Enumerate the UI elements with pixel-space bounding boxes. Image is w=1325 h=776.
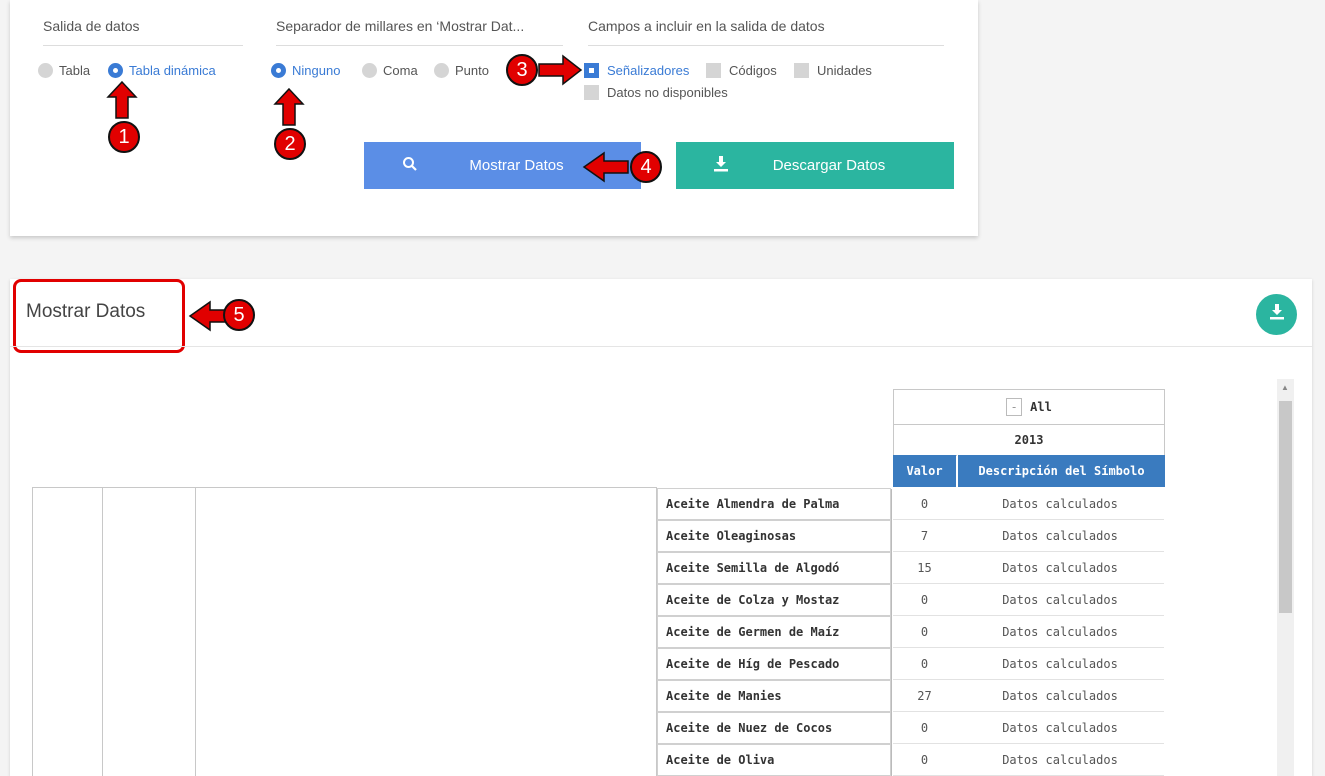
table-cell-valor: 0 xyxy=(893,712,956,744)
annotation-arrow-left-4 xyxy=(582,151,629,183)
table-cell-descripcion: Datos calculados xyxy=(956,744,1164,776)
table-cell-valor: 15 xyxy=(893,552,956,584)
checkbox-datos-no-disponibles[interactable]: Datos no disponibles xyxy=(584,85,728,100)
checkbox-unchecked xyxy=(584,85,599,100)
table-cell-descripcion: Datos calculados xyxy=(956,488,1164,520)
annotation-badge-4: 4 xyxy=(630,151,662,183)
radio-circle-selected xyxy=(108,63,123,78)
table-cell-descripcion: Datos calculados xyxy=(956,584,1164,616)
pivot-collapse-toggle[interactable]: - xyxy=(1006,398,1023,416)
results-divider xyxy=(10,346,1312,347)
fields-group-title: Campos a incluir en la salida de datos xyxy=(588,18,825,34)
table-cell-descripcion: Datos calculados xyxy=(956,648,1164,680)
pivot-divider xyxy=(195,488,196,776)
scrollbar-thumb[interactable] xyxy=(1279,401,1292,613)
table-cell-valor: 0 xyxy=(893,488,956,520)
checkbox-datos-no-disponibles-label: Datos no disponibles xyxy=(607,85,728,100)
pivot-filter-header: - All xyxy=(893,389,1165,425)
table-row-label: Aceite de Manies xyxy=(657,680,891,712)
checkbox-codigos-label: Códigos xyxy=(729,63,777,78)
table-row-label: Aceite de Germen de Maíz xyxy=(657,616,891,648)
radio-circle xyxy=(434,63,449,78)
download-data-label: Descargar Datos xyxy=(772,157,886,174)
table-cell-descripcion: Datos calculados xyxy=(956,616,1164,648)
pivot-year-header: 2013 xyxy=(893,424,1165,456)
radio-circle xyxy=(362,63,377,78)
annotation-arrow-right-3 xyxy=(538,54,583,86)
table-cell-descripcion: Datos calculados xyxy=(956,712,1164,744)
table-row-label: Aceite Almendra de Palma xyxy=(657,488,891,520)
checkbox-unchecked xyxy=(794,63,809,78)
checkbox-unchecked xyxy=(706,63,721,78)
output-group-divider xyxy=(43,45,243,46)
table-cell-valor: 0 xyxy=(893,744,956,776)
radio-circle xyxy=(38,63,53,78)
settings-panel: Salida de datos Tabla Tabla dinámica Sep… xyxy=(10,0,978,236)
annotation-badge-5: 5 xyxy=(223,299,255,331)
checkbox-unidades[interactable]: Unidades xyxy=(794,63,872,78)
col-header-valor: Valor xyxy=(893,455,956,487)
radio-coma-label: Coma xyxy=(383,63,418,78)
table-cell-valor: 7 xyxy=(893,520,956,552)
table-row-label: Aceite Oleaginosas xyxy=(657,520,891,552)
pivot-filter-label: All xyxy=(1030,400,1052,414)
pivot-divider xyxy=(102,488,103,776)
table-cell-descripcion: Datos calculados xyxy=(956,552,1164,584)
table-row-label: Aceite Semilla de Algodó xyxy=(657,552,891,584)
separator-group-title: Separador de millares en ‘Mostrar Dat... xyxy=(276,18,525,34)
radio-tabla-dinamica-label: Tabla dinámica xyxy=(129,63,216,78)
table-cell-valor: 0 xyxy=(893,648,956,680)
annotation-highlight-box xyxy=(13,279,185,353)
col-header-descripcion: Descripción del Símbolo xyxy=(957,455,1165,487)
radio-circle-selected xyxy=(271,63,286,78)
download-data-button[interactable]: Descargar Datos xyxy=(676,142,954,189)
checkbox-checked xyxy=(584,63,599,78)
table-row-label: Aceite de Colza y Mostaz xyxy=(657,584,891,616)
annotation-badge-2: 2 xyxy=(274,128,306,160)
results-panel: Mostrar Datos 5 - All 2013 Valor Descrip… xyxy=(10,279,1312,776)
separator-group-divider xyxy=(276,45,563,46)
output-group-title: Salida de datos xyxy=(43,18,140,34)
vertical-scrollbar[interactable]: ▲ xyxy=(1277,379,1294,776)
table-cell-valor: 0 xyxy=(893,584,956,616)
annotation-badge-1: 1 xyxy=(108,121,140,153)
fields-group-divider xyxy=(588,45,944,46)
radio-ninguno-label: Ninguno xyxy=(292,63,341,78)
table-row-label: Aceite de Oliva xyxy=(657,744,891,776)
table-row-label: Aceite de Nuez de Cocos xyxy=(657,712,891,744)
download-icon xyxy=(1269,304,1284,325)
radio-tabla-label: Tabla xyxy=(59,63,91,78)
radio-punto[interactable]: Punto xyxy=(434,63,489,78)
checkbox-senalizadores[interactable]: Señalizadores xyxy=(584,63,689,78)
results-download-button[interactable] xyxy=(1256,294,1297,335)
radio-ninguno[interactable]: Ninguno xyxy=(271,63,340,78)
table-cell-descripcion: Datos calculados xyxy=(956,680,1164,712)
table-cell-valor: 0 xyxy=(893,616,956,648)
radio-tabla-dinamica[interactable]: Tabla dinámica xyxy=(108,63,216,78)
checkbox-senalizadores-label: Señalizadores xyxy=(607,63,690,78)
radio-coma[interactable]: Coma xyxy=(362,63,418,78)
annotation-badge-3: 3 xyxy=(506,54,538,86)
radio-tabla[interactable]: Tabla xyxy=(38,63,90,78)
radio-punto-label: Punto xyxy=(455,63,489,78)
scroll-up-arrow-icon[interactable]: ▲ xyxy=(1281,383,1289,392)
annotation-arrow-up-1 xyxy=(106,80,138,119)
annotation-arrow-up-2 xyxy=(273,87,305,126)
table-cell-descripcion: Datos calculados xyxy=(956,520,1164,552)
table-row-label: Aceite de Híg de Pescado xyxy=(657,648,891,680)
checkbox-unidades-label: Unidades xyxy=(817,63,872,78)
table-cell-valor: 27 xyxy=(893,680,956,712)
checkbox-codigos[interactable]: Códigos xyxy=(706,63,777,78)
pivot-row-axis-frame xyxy=(32,487,657,776)
